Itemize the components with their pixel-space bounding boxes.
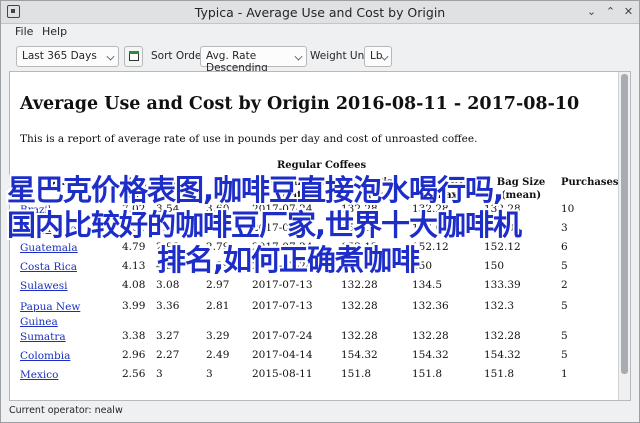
- table-cell-bag-mean: 132.28: [484, 330, 521, 342]
- table-cell-purchases: 2: [561, 279, 568, 291]
- toolbar: Last 365 Days Sort Order: Avg. Rate Desc…: [1, 43, 639, 74]
- table-cell-bag-mean: 150: [484, 260, 505, 272]
- table-cell-avg-cost-b: 3.29: [206, 330, 230, 342]
- table-cell-purchases: 5: [561, 330, 568, 342]
- menu-bar: File Help: [1, 24, 639, 42]
- table-cell-purchases: 5: [561, 300, 568, 312]
- calendar-button[interactable]: [124, 46, 143, 67]
- table-cell-bag-max: 132.28: [412, 330, 449, 342]
- table-cell-avg-rate: 3.38: [122, 330, 146, 342]
- table-cell-purchases: 5: [561, 260, 568, 272]
- column-header-purchases: Purchases: [561, 177, 619, 188]
- table-cell-avg-rate: 3.99: [122, 300, 146, 312]
- table-cell-bag-max: 132.36: [412, 300, 449, 312]
- app-window: Typica - Average Use and Cost by Origin …: [0, 0, 640, 423]
- menu-help[interactable]: Help: [42, 25, 67, 38]
- table-cell-purchases: 1: [561, 368, 568, 380]
- maximize-icon[interactable]: ⌃: [604, 6, 617, 19]
- table-cell-bag-mean: 132.3: [484, 300, 515, 312]
- table-cell-avg-cost-a: 3.36: [156, 300, 180, 312]
- table-cell-avg-cost-b: 2.49: [206, 349, 230, 361]
- table-cell-purchases: 6: [561, 241, 568, 253]
- table-cell-avg-cost-a: 3.27: [156, 330, 180, 342]
- table-cell-bag-max: 154.32: [412, 349, 449, 361]
- table-cell-bag-min: 151.8: [341, 368, 372, 380]
- table-cell-bag-min: 132.28: [341, 279, 378, 291]
- table-cell-avg-rate: 2.96: [122, 349, 146, 361]
- table-cell-avg-rate: 2.56: [122, 368, 146, 380]
- weight-unit-select[interactable]: Lb: [364, 46, 392, 67]
- origin-link[interactable]: Sulawesi: [20, 279, 90, 294]
- origin-link[interactable]: Mexico: [20, 368, 90, 383]
- table-cell-last-purchase: 2017-07-13: [252, 300, 313, 312]
- table-cell-bag-min: 132.28: [341, 330, 378, 342]
- table-cell-avg-cost-b: 3: [206, 368, 213, 380]
- chevron-down-icon: [106, 52, 115, 61]
- table-cell-bag-min: 132.28: [341, 300, 378, 312]
- chevron-down-icon: [294, 52, 303, 61]
- vertical-scrollbar[interactable]: [618, 72, 630, 400]
- overlay-text-line-3: 排名,如何正确煮咖啡: [157, 243, 420, 277]
- menu-file[interactable]: File: [15, 25, 33, 38]
- origin-link[interactable]: Costa Rica: [20, 260, 90, 275]
- scrollbar-thumb[interactable]: [621, 74, 628, 374]
- close-icon[interactable]: ✕: [622, 6, 635, 19]
- origin-link[interactable]: Colombia: [20, 349, 90, 364]
- title-bar[interactable]: Typica - Average Use and Cost by Origin …: [1, 1, 639, 24]
- window-title: Typica - Average Use and Cost by Origin: [194, 5, 446, 20]
- report-title: Average Use and Cost by Origin 2016-08-1…: [20, 94, 580, 114]
- table-cell-last-purchase: 2017-04-14: [252, 349, 313, 361]
- table-cell-avg-rate: 4.13: [122, 260, 146, 272]
- table-cell-bag-mean: 154.32: [484, 349, 521, 361]
- date-range-select[interactable]: Last 365 Days: [16, 46, 119, 67]
- table-cell-last-purchase: 2015-08-11: [252, 368, 313, 380]
- status-bar: Current operator: nealw: [9, 405, 123, 416]
- origin-link[interactable]: Papua New Guinea: [20, 300, 90, 330]
- table-cell-avg-cost-b: 2.97: [206, 279, 230, 291]
- table-cell-avg-cost-a: 3: [156, 368, 163, 380]
- date-range-value: Last 365 Days: [22, 50, 97, 62]
- origin-link[interactable]: Sumatra: [20, 330, 90, 345]
- sort-order-select[interactable]: Avg. Rate Descending: [200, 46, 307, 74]
- table-cell-bag-min: 154.32: [341, 349, 378, 361]
- table-cell-bag-mean: 151.8: [484, 368, 515, 380]
- table-cell-last-purchase: 2017-07-13: [252, 279, 313, 291]
- table-cell-last-purchase: 2017-07-24: [252, 330, 313, 342]
- table-cell-avg-cost-b: 2.81: [206, 300, 230, 312]
- report-intro: This is a report of average rate of use …: [20, 133, 478, 145]
- table-cell-bag-max: 151.8: [412, 368, 443, 380]
- table-cell-purchases: 3: [561, 222, 568, 234]
- table-cell-purchases: 10: [561, 203, 575, 215]
- table-cell-avg-cost-a: 3.08: [156, 279, 180, 291]
- table-cell-bag-mean: 133.39: [484, 279, 521, 291]
- table-cell-purchases: 5: [561, 349, 568, 361]
- table-cell-avg-cost-a: 2.27: [156, 349, 180, 361]
- table-cell-bag-max: 134.5: [412, 279, 443, 291]
- calendar-icon: [129, 51, 139, 61]
- minimize-icon[interactable]: ⌄: [585, 6, 598, 19]
- table-cell-avg-rate: 4.08: [122, 279, 146, 291]
